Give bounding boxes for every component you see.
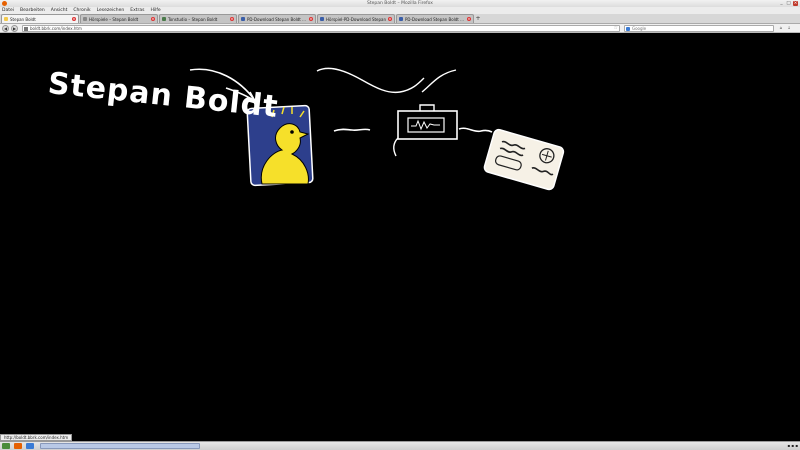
tab-label: Hörspiele – Stepan Boldt [89, 16, 139, 22]
tab-hoerspiele[interactable]: Hörspiele – Stepan Boldt × [80, 14, 158, 23]
menu-tools[interactable]: Extras [130, 8, 144, 13]
navigation-bar: ◀ ▶ ☆ ⌂ ↓ [0, 24, 800, 33]
tab-label: PD-Download Stepan Boldt ... [247, 16, 306, 22]
forward-button[interactable]: ▶ [11, 25, 18, 32]
tab-close-icon[interactable]: × [309, 17, 313, 21]
tab-favicon-icon [241, 17, 245, 21]
tray-icon[interactable]: ▪ ▪ ▪ [787, 443, 798, 449]
taskbar: ▪ ▪ ▪ [0, 441, 800, 450]
radio-device-icon[interactable] [393, 104, 458, 157]
minimize-button[interactable]: _ [779, 1, 784, 6]
connector-squiggle [458, 127, 493, 133]
taskbar-app-icon[interactable] [14, 443, 22, 449]
tab-label: Tonstudio – Stepan Boldt [168, 16, 218, 22]
tab-close-icon[interactable]: × [467, 17, 471, 21]
status-bar-url: http://boldt.bbrk.com/index.htm [0, 434, 73, 441]
download-icon[interactable]: ↓ [786, 25, 792, 31]
tab-bar: Stepan Boldt × Hörspiele – Stepan Boldt … [0, 14, 800, 24]
tab-favicon-icon [162, 17, 166, 21]
connector-squiggle [333, 128, 371, 132]
window-titlebar: Stepan Boldt – Mozilla Firefox _ □ × [0, 0, 800, 7]
tab-favicon-icon [83, 17, 87, 21]
page-content: Stepan Boldt [0, 34, 800, 441]
tab-label: PD-Download Stepan Boldt ... [405, 16, 464, 22]
menu-bar: Datei Bearbeiten Ansicht Chronik Lesezei… [0, 7, 800, 14]
tab-close-icon[interactable]: × [72, 17, 76, 21]
bookmark-star-icon[interactable]: ☆ [614, 26, 618, 31]
tab-tonstudio[interactable]: Tonstudio – Stepan Boldt × [159, 14, 237, 23]
tab-close-icon[interactable]: × [151, 17, 155, 21]
window-title: Stepan Boldt – Mozilla Firefox [367, 1, 433, 6]
search-bar[interactable] [624, 25, 774, 32]
taskbar-window-firefox[interactable] [40, 443, 200, 449]
menu-bookmarks[interactable]: Lesezeichen [97, 8, 125, 13]
tab-label: Hörspiel-PD-Download Stepan ... [326, 16, 386, 22]
connector-squiggle [421, 69, 457, 93]
tab-pd-download-3[interactable]: PD-Download Stepan Boldt ... × [396, 14, 474, 23]
business-card-icon[interactable] [483, 128, 565, 191]
home-icon[interactable]: ⌂ [778, 25, 784, 31]
maximize-button[interactable]: □ [786, 1, 791, 6]
menu-help[interactable]: Hilfe [150, 8, 160, 13]
tab-pd-download-1[interactable]: PD-Download Stepan Boldt ... × [238, 14, 316, 23]
menu-view[interactable]: Ansicht [51, 8, 68, 13]
menu-edit[interactable]: Bearbeiten [20, 8, 45, 13]
menu-file[interactable]: Datei [2, 8, 14, 13]
start-menu-icon[interactable] [2, 443, 10, 449]
window-controls: _ □ × [779, 1, 798, 6]
search-engine-icon[interactable] [626, 27, 630, 31]
tab-favicon-icon [320, 17, 324, 21]
menu-history[interactable]: Chronik [73, 8, 90, 13]
tab-favicon-icon [4, 17, 8, 21]
close-button[interactable]: × [793, 1, 798, 6]
tab-label: Stepan Boldt [10, 16, 36, 22]
search-input[interactable] [632, 26, 762, 31]
tab-favicon-icon [399, 17, 403, 21]
new-tab-button[interactable]: + [475, 16, 481, 23]
site-identity-icon[interactable] [24, 27, 28, 31]
tab-close-icon[interactable]: × [388, 17, 392, 21]
url-bar[interactable]: ☆ [22, 25, 620, 32]
tab-stepan-boldt[interactable]: Stepan Boldt × [1, 14, 79, 23]
connector-squiggle [316, 67, 425, 94]
taskbar-app-icon[interactable] [26, 443, 34, 449]
tab-close-icon[interactable]: × [230, 17, 234, 21]
tab-pd-download-2[interactable]: Hörspiel-PD-Download Stepan ... × [317, 14, 395, 23]
url-input[interactable] [30, 26, 610, 31]
back-button[interactable]: ◀ [2, 25, 9, 32]
